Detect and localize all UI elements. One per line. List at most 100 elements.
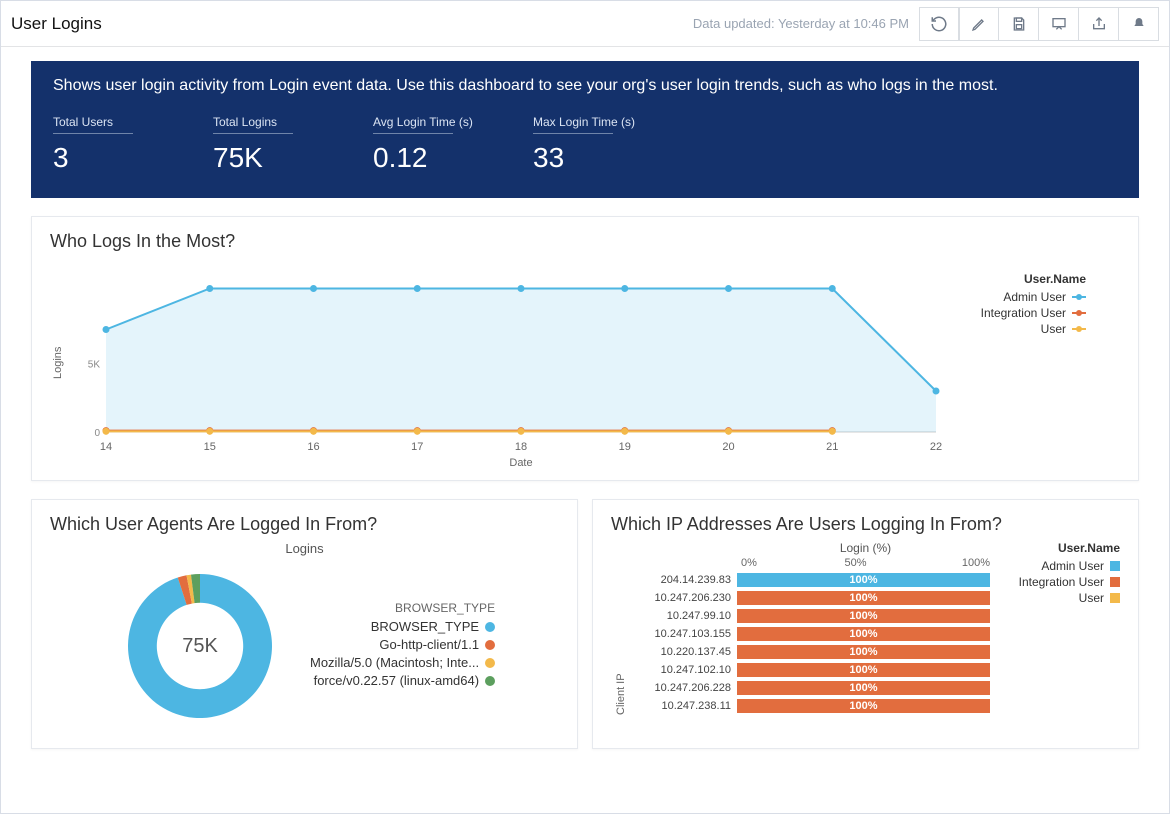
legend-label: Admin User — [1041, 559, 1104, 573]
svg-text:5K: 5K — [88, 360, 101, 371]
legend-item[interactable]: User — [990, 591, 1120, 605]
donut-measure: Logins — [50, 541, 559, 556]
undo-button[interactable] — [919, 7, 959, 41]
metric: Max Login Time (s) 33 — [533, 115, 653, 174]
intro-card: Shows user login activity from Login eve… — [31, 61, 1139, 198]
svg-text:15: 15 — [204, 441, 216, 453]
intro-text: Shows user login activity from Login eve… — [53, 75, 1117, 97]
svg-text:16: 16 — [307, 441, 319, 453]
svg-text:21: 21 — [826, 441, 838, 453]
svg-text:20: 20 — [722, 441, 734, 453]
presentation-icon — [1051, 16, 1067, 32]
legend-title: BROWSER_TYPE — [310, 601, 495, 615]
metric-label: Max Login Time (s) — [533, 115, 653, 129]
legend-label: BROWSER_TYPE — [371, 619, 479, 634]
ip-label: 10.247.238.11 — [631, 700, 737, 712]
metrics-row: Total Users 3 Total Logins 75K Avg Login T… — [53, 115, 1117, 174]
svg-text:Date: Date — [509, 457, 532, 468]
legend-label: Go-http-client/1.1 — [379, 637, 479, 652]
legend-item[interactable]: Integration User — [946, 306, 1086, 320]
ua-legend: BROWSER_TYPE BROWSER_TYPE Go-http-client/… — [310, 601, 495, 691]
scale-tick: 100% — [950, 557, 990, 569]
ip-row[interactable]: 10.247.206.230 100% — [631, 589, 990, 607]
chart-title: Which IP Addresses Are Users Logging In … — [611, 514, 1120, 535]
svg-text:19: 19 — [619, 441, 631, 453]
ip-addresses-card: Which IP Addresses Are Users Logging In … — [592, 499, 1139, 749]
bar-value: 100% — [737, 681, 990, 695]
legend-item[interactable]: Admin User — [990, 559, 1120, 573]
legend-label: Integration User — [981, 306, 1066, 320]
user-agents-card: Which User Agents Are Logged In From? Lo… — [31, 499, 578, 749]
legend-label: User — [1041, 322, 1066, 336]
bar-value: 100% — [737, 609, 990, 623]
ip-row[interactable]: 10.247.103.155 100% — [631, 625, 990, 643]
legend-item[interactable]: Mozilla/5.0 (Macintosh; Inte... — [310, 655, 495, 670]
ip-label: 204.14.239.83 — [631, 574, 737, 586]
svg-text:22: 22 — [930, 441, 942, 453]
metric-value: 0.12 — [373, 142, 493, 174]
save-button[interactable] — [999, 7, 1039, 41]
line-legend: User.Name Admin UserIntegration UserUser — [946, 258, 1086, 468]
who-logs-in-card: Who Logs In the Most? Logins 05K14151617… — [31, 216, 1139, 481]
svg-text:0: 0 — [94, 428, 100, 439]
ip-row[interactable]: 204.14.239.83 100% — [631, 571, 990, 589]
ip-row[interactable]: 10.220.137.45 100% — [631, 643, 990, 661]
bar-value: 100% — [737, 591, 990, 605]
x-axis-label: Login (%) — [741, 541, 990, 555]
legend-item[interactable]: force/v0.22.57 (linux-amd64) — [310, 673, 495, 688]
scale-tick: 0% — [741, 557, 761, 569]
edit-button[interactable] — [959, 7, 999, 41]
svg-text:14: 14 — [100, 441, 112, 453]
scale-tick: 50% — [761, 557, 950, 569]
donut-chart[interactable]: 75K — [110, 556, 290, 736]
dashboard-body: Shows user login activity from Login eve… — [1, 47, 1169, 763]
legend-item[interactable]: Admin User — [946, 290, 1086, 304]
chart-title: Which User Agents Are Logged In From? — [50, 514, 559, 535]
donut-center-value: 75K — [110, 556, 290, 736]
ip-bar-chart[interactable]: Login (%) 0%50%100% 204.14.239.83 100%10… — [631, 541, 990, 715]
ip-row[interactable]: 10.247.102.10 100% — [631, 661, 990, 679]
ip-row[interactable]: 10.247.99.10 100% — [631, 607, 990, 625]
legend-item[interactable]: Integration User — [990, 575, 1120, 589]
undo-icon — [930, 15, 948, 33]
ip-label: 10.247.206.230 — [631, 592, 737, 604]
metric: Total Logins 75K — [213, 115, 333, 174]
legend-item[interactable]: BROWSER_TYPE — [310, 619, 495, 634]
y-axis-label: Client IP — [611, 541, 631, 715]
legend-label: Admin User — [1003, 290, 1066, 304]
ip-label: 10.247.102.10 — [631, 664, 737, 676]
share-icon — [1091, 16, 1107, 32]
bar-value: 100% — [737, 627, 990, 641]
legend-item[interactable]: Go-http-client/1.1 — [310, 637, 495, 652]
ip-row[interactable]: 10.247.206.228 100% — [631, 679, 990, 697]
legend-item[interactable]: User — [946, 322, 1086, 336]
data-updated-text: Data updated: Yesterday at 10:46 PM — [693, 16, 909, 31]
notification-button[interactable] — [1119, 7, 1159, 41]
ip-label: 10.247.103.155 — [631, 628, 737, 640]
legend-title: User.Name — [990, 541, 1120, 555]
toolbar-group — [959, 7, 1159, 41]
legend-label: force/v0.22.57 (linux-amd64) — [314, 673, 479, 688]
ip-label: 10.247.206.228 — [631, 682, 737, 694]
share-button[interactable] — [1079, 7, 1119, 41]
bar-value: 100% — [737, 699, 990, 713]
legend-label: User — [1079, 591, 1104, 605]
ip-row[interactable]: 10.247.238.11 100% — [631, 697, 990, 715]
bar-value: 100% — [737, 645, 990, 659]
metric-value: 33 — [533, 142, 653, 174]
ip-label: 10.247.99.10 — [631, 610, 737, 622]
metric-label: Total Logins — [213, 115, 333, 129]
svg-text:18: 18 — [515, 441, 527, 453]
bar-value: 100% — [737, 663, 990, 677]
legend-label: Integration User — [1019, 575, 1104, 589]
metric-label: Total Users — [53, 115, 173, 129]
line-chart[interactable]: 0 5K 14 15 16 17 18 19 20 21 22 Date — [66, 258, 946, 468]
legend-label: Mozilla/5.0 (Macintosh; Inte... — [310, 655, 479, 670]
chart-title: Who Logs In the Most? — [50, 231, 1120, 252]
metric-label: Avg Login Time (s) — [373, 115, 493, 129]
present-button[interactable] — [1039, 7, 1079, 41]
metric-value: 3 — [53, 142, 173, 174]
pencil-icon — [971, 16, 987, 32]
ip-legend: User.Name Admin User Integration User User — [990, 541, 1120, 715]
svg-text:17: 17 — [411, 441, 423, 453]
